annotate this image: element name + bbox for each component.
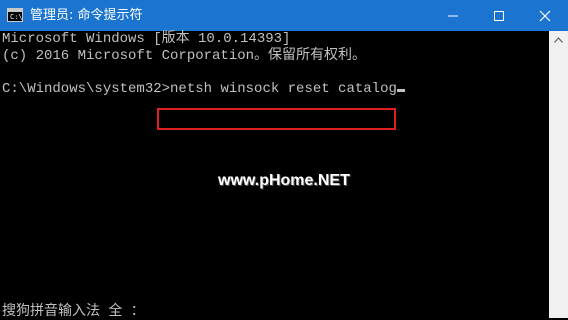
command-highlight-box bbox=[157, 108, 396, 130]
maximize-icon bbox=[494, 11, 504, 21]
close-icon bbox=[539, 10, 551, 22]
maximize-button[interactable] bbox=[476, 0, 522, 31]
minimize-icon bbox=[448, 15, 458, 17]
console-prompt: C:\Windows\system32> bbox=[2, 81, 171, 97]
console-copyright-line: (c) 2016 Microsoft Corporation。保留所有权利。 bbox=[2, 48, 367, 64]
cmd-app-icon[interactable]: C:\ bbox=[7, 8, 23, 22]
vertical-scrollbar[interactable] bbox=[549, 31, 568, 318]
cmd-app-icon-glyph: C:\ bbox=[10, 13, 23, 21]
console-command-line[interactable]: C:\Windows\system32>netsh winsock reset … bbox=[2, 81, 405, 97]
window-title: 管理员: 命令提示符 bbox=[30, 8, 143, 23]
console-command: netsh winsock reset catalog bbox=[170, 81, 397, 97]
title-bar[interactable]: C:\ 管理员: 命令提示符 bbox=[0, 0, 568, 31]
watermark-text: www.pHome.NET bbox=[218, 172, 350, 189]
minimize-button[interactable] bbox=[430, 0, 476, 31]
chevron-up-icon bbox=[554, 37, 563, 43]
text-cursor bbox=[396, 89, 405, 92]
scroll-track[interactable] bbox=[549, 48, 568, 318]
close-button[interactable] bbox=[522, 0, 568, 31]
console-output[interactable]: Microsoft Windows [版本 10.0.14393] (c) 20… bbox=[0, 31, 549, 320]
console-version-line: Microsoft Windows [版本 10.0.14393] bbox=[2, 31, 291, 47]
scroll-up-button[interactable] bbox=[549, 31, 568, 48]
